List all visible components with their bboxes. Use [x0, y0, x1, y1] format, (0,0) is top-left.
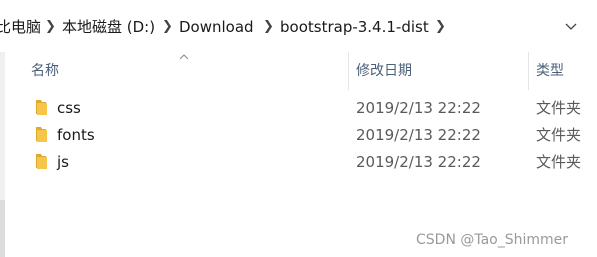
list-item[interactable]: js 2019/2/13 22:22 文件夹 [20, 149, 597, 175]
address-bar[interactable]: 比电脑 ❯ 本地磁盘 (D:) ❯ Download ❯ bootstrap-3… [0, 0, 597, 52]
file-name: js [57, 153, 69, 171]
list-item[interactable]: fonts 2019/2/13 22:22 文件夹 [20, 122, 597, 148]
column-header-name[interactable]: 名称 [31, 62, 59, 80]
chevron-right-icon[interactable]: ❯ [162, 17, 173, 37]
folder-icon [36, 127, 47, 142]
chevron-right-icon[interactable]: ❯ [435, 17, 446, 37]
column-header-date-modified[interactable]: 修改日期 [356, 62, 412, 80]
folder-icon [36, 154, 47, 169]
column-header-row: 名称 修改日期 类型 [0, 52, 597, 90]
column-header-type[interactable]: 类型 [536, 62, 564, 80]
file-name: fonts [57, 126, 95, 144]
file-name: css [57, 99, 81, 117]
chevron-right-icon[interactable]: ❯ [263, 17, 274, 37]
sort-up-icon [179, 50, 189, 63]
breadcrumb-bootstrap-dist[interactable]: bootstrap-3.4.1-dist [280, 17, 429, 37]
file-type: 文件夹 [536, 126, 582, 144]
file-date-modified: 2019/2/13 22:22 [356, 99, 481, 117]
column-divider[interactable] [348, 52, 349, 90]
file-type: 文件夹 [536, 99, 582, 117]
list-item[interactable]: css 2019/2/13 22:22 文件夹 [20, 95, 597, 121]
breadcrumb-download[interactable]: Download [179, 17, 254, 37]
breadcrumb-local-disk-d[interactable]: 本地磁盘 (D:) [62, 17, 155, 37]
navigation-pane-scrollbar[interactable] [0, 200, 5, 257]
file-date-modified: 2019/2/13 22:22 [356, 126, 481, 144]
file-date-modified: 2019/2/13 22:22 [356, 153, 481, 171]
folder-icon [36, 100, 47, 115]
address-history-dropdown[interactable] [560, 16, 582, 38]
file-type: 文件夹 [536, 153, 582, 171]
breadcrumb-this-pc[interactable]: 比电脑 [0, 17, 41, 37]
chevron-down-icon [565, 23, 577, 30]
column-divider[interactable] [528, 52, 529, 90]
chevron-right-icon[interactable]: ❯ [45, 17, 56, 37]
watermark-text: CSDN @Tao_Shimmer [416, 232, 569, 248]
